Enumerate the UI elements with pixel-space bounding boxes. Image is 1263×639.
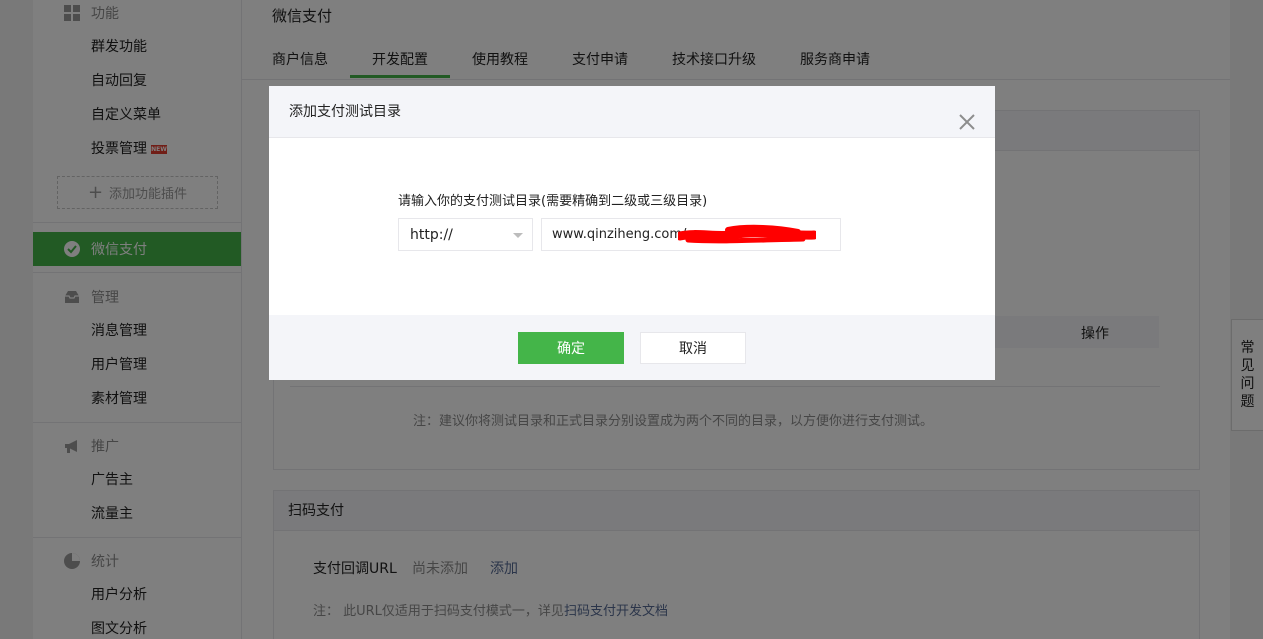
chevron-down-icon — [513, 233, 523, 238]
add-test-dir-dialog: 添加支付测试目录 请输入你的支付测试目录(需要精确到二级或三级目录) http:… — [269, 86, 995, 380]
close-icon[interactable] — [957, 102, 977, 130]
confirm-button[interactable]: 确定 — [518, 332, 624, 364]
dialog-prompt: 请输入你的支付测试目录(需要精确到二级或三级目录) — [398, 194, 708, 209]
dialog-body: 请输入你的支付测试目录(需要精确到二级或三级目录) http:// www.qi… — [269, 138, 995, 315]
dialog-footer: 确定 取消 — [269, 315, 995, 380]
cancel-button[interactable]: 取消 — [640, 332, 746, 364]
protocol-select[interactable]: http:// — [398, 218, 533, 251]
redaction-mark — [678, 224, 816, 244]
dialog-title: 添加支付测试目录 — [289, 104, 401, 120]
dialog-header: 添加支付测试目录 — [269, 86, 995, 138]
protocol-select-value: http:// — [410, 226, 453, 243]
test-dir-input-value: www.qinziheng.com/ — [552, 227, 687, 242]
